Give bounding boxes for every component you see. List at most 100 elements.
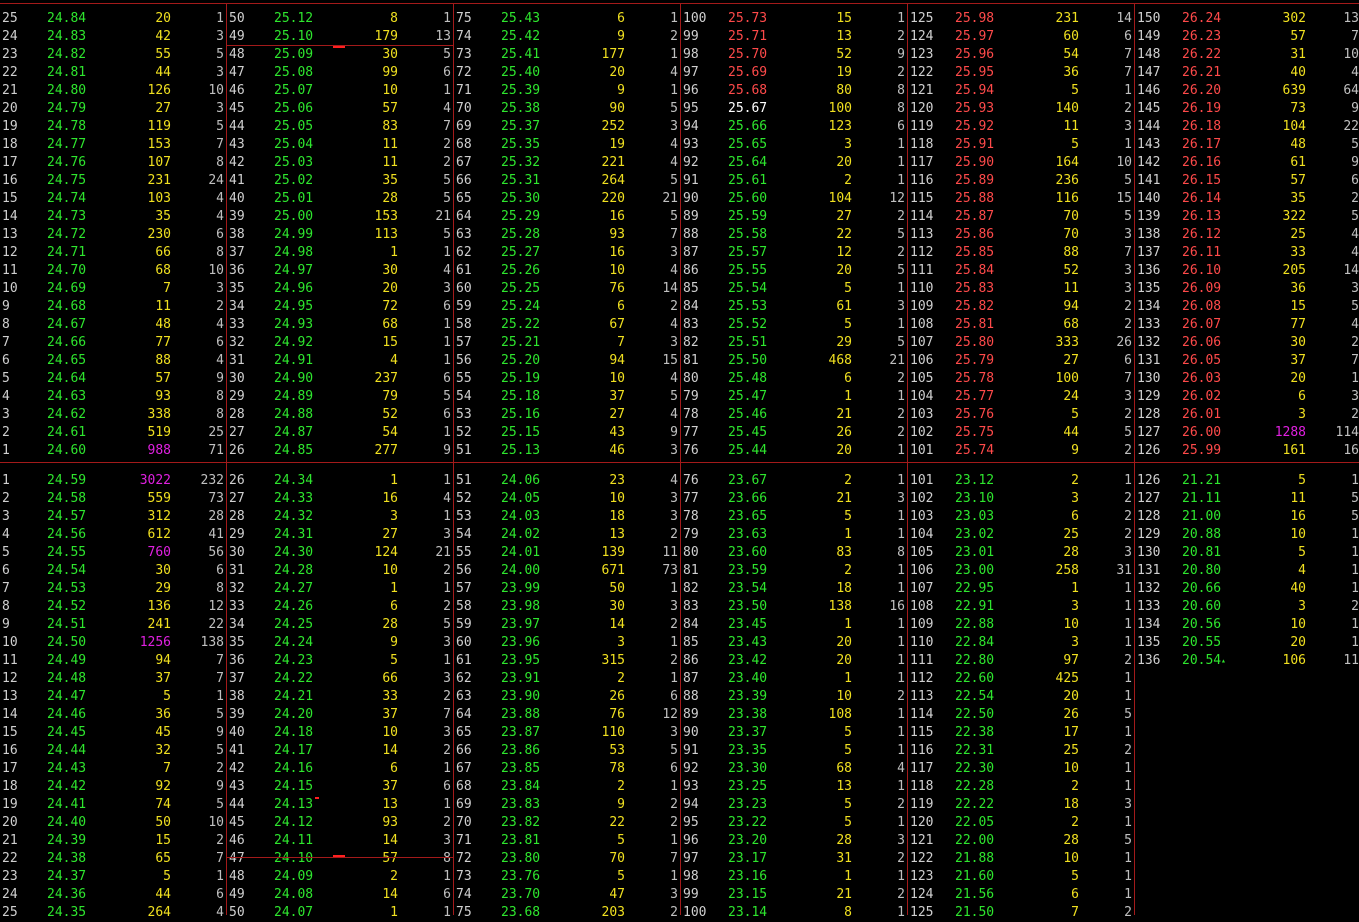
bid-level-row[interactable]: 110 22.84 3 1 xyxy=(908,634,1134,652)
ask-level-row[interactable]: 112 25.85 88 7 xyxy=(908,244,1134,262)
ask-level-row[interactable]: 127 26.00 1288 114 xyxy=(1135,424,1359,442)
ask-level-row[interactable]: 149 26.23 57 7 xyxy=(1135,28,1359,46)
bid-level-row[interactable]: 115 22.38 17 1 xyxy=(908,724,1134,742)
bid-level-row[interactable]: 49 24.08 14 6 xyxy=(227,886,453,904)
bid-level-row[interactable]: 22 24.38 65 7 xyxy=(0,850,226,868)
bid-level-row[interactable]: 97 23.17 31 2 xyxy=(681,850,907,868)
ask-level-row[interactable]: 142 26.16 61 9 xyxy=(1135,154,1359,172)
bid-level-row[interactable]: 40 24.18 10 3 xyxy=(227,724,453,742)
bid-level-row[interactable]: 81 23.59 2 1 xyxy=(681,562,907,580)
ask-level-row[interactable]: 117 25.90 164 10 xyxy=(908,154,1134,172)
bid-level-row[interactable]: 111 22.80 97 2 xyxy=(908,652,1134,670)
ask-level-row[interactable]: 78 25.46 21 2 xyxy=(681,406,907,424)
bid-level-row[interactable]: 118 22.28 2 1 xyxy=(908,778,1134,796)
bid-level-row[interactable]: 89 23.38 108 1 xyxy=(681,706,907,724)
ask-level-row[interactable]: 113 25.86 70 3 xyxy=(908,226,1134,244)
ask-level-row[interactable]: 85 25.54 5 1 xyxy=(681,280,907,298)
ask-level-row[interactable]: 101 25.74 9 2 xyxy=(908,442,1134,460)
ask-level-row[interactable]: 109 25.82 94 2 xyxy=(908,298,1134,316)
bid-level-row[interactable]: 104 23.02 25 2 xyxy=(908,526,1134,544)
bid-level-row[interactable]: 101 23.12 2 1 xyxy=(908,472,1134,490)
bid-level-row[interactable]: 132 20.66 40 1 xyxy=(1135,580,1359,598)
ask-level-row[interactable]: 138 26.12 25 4 xyxy=(1135,226,1359,244)
ask-level-row[interactable]: 118 25.91 5 1 xyxy=(908,136,1134,154)
ask-level-row[interactable]: 43 25.04 11 2 xyxy=(227,136,453,154)
bid-level-row[interactable]: 77 23.66 21 3 xyxy=(681,490,907,508)
ask-level-row[interactable]: 94 25.66 123 6 xyxy=(681,118,907,136)
ask-level-row[interactable]: 71 25.39 9 1 xyxy=(454,82,680,100)
bid-level-row[interactable]: 73 23.76 5 1 xyxy=(454,868,680,886)
ask-level-row[interactable]: 82 25.51 29 5 xyxy=(681,334,907,352)
bid-level-row[interactable]: 29 24.31 27 3 xyxy=(227,526,453,544)
bid-level-row[interactable]: 12 24.48 37 7 xyxy=(0,670,226,688)
ask-level-row[interactable]: 100 25.73 15 1 xyxy=(681,10,907,28)
bid-level-row[interactable]: 37 24.22 66 3 xyxy=(227,670,453,688)
bid-level-row[interactable]: 58 23.98 30 3 xyxy=(454,598,680,616)
bid-level-row[interactable]: 121 22.00 28 5 xyxy=(908,832,1134,850)
ask-level-row[interactable]: 6 24.65 88 4 xyxy=(0,352,226,370)
ask-level-row[interactable]: 148 26.22 31 10 xyxy=(1135,46,1359,64)
bid-level-row[interactable]: 126 21.21 5 1 xyxy=(1135,472,1359,490)
ask-level-row[interactable]: 124 25.97 60 6 xyxy=(908,28,1134,46)
bid-level-row[interactable]: 59 23.97 14 2 xyxy=(454,616,680,634)
ask-level-row[interactable]: 97 25.69 19 2 xyxy=(681,64,907,82)
bid-level-row[interactable]: 84 23.45 1 1 xyxy=(681,616,907,634)
bid-level-row[interactable]: 109 22.88 10 1 xyxy=(908,616,1134,634)
ask-level-row[interactable]: 62 25.27 16 3 xyxy=(454,244,680,262)
bid-level-row[interactable]: 136 20.54 106 11 xyxy=(1135,652,1359,670)
bid-level-row[interactable]: 32 24.27 1 1 xyxy=(227,580,453,598)
ask-level-row[interactable]: 80 25.48 6 2 xyxy=(681,370,907,388)
ask-level-row[interactable]: 60 25.25 76 14 xyxy=(454,280,680,298)
ask-level-row[interactable]: 89 25.59 27 2 xyxy=(681,208,907,226)
bid-level-row[interactable]: 95 23.22 5 1 xyxy=(681,814,907,832)
ask-level-row[interactable]: 150 26.24 302 13 xyxy=(1135,10,1359,28)
bid-level-row[interactable]: 43 24.15 37 6 xyxy=(227,778,453,796)
ask-level-row[interactable]: 4 24.63 93 8 xyxy=(0,388,226,406)
ask-level-row[interactable]: 135 26.09 36 3 xyxy=(1135,280,1359,298)
ask-level-row[interactable]: 110 25.83 11 3 xyxy=(908,280,1134,298)
bid-level-row[interactable]: 135 20.55 20 1 xyxy=(1135,634,1359,652)
ask-level-row[interactable]: 69 25.37 252 3 xyxy=(454,118,680,136)
ask-level-row[interactable]: 45 25.06 57 4 xyxy=(227,100,453,118)
ask-level-row[interactable]: 66 25.31 264 5 xyxy=(454,172,680,190)
ask-level-row[interactable]: 61 25.26 10 4 xyxy=(454,262,680,280)
bid-level-row[interactable]: 4 24.56 612 41 xyxy=(0,526,226,544)
ask-level-row[interactable]: 57 25.21 7 3 xyxy=(454,334,680,352)
ask-level-row[interactable]: 74 25.42 9 2 xyxy=(454,28,680,46)
ask-level-row[interactable]: 123 25.96 54 7 xyxy=(908,46,1134,64)
bid-level-row[interactable]: 68 23.84 2 1 xyxy=(454,778,680,796)
ask-level-row[interactable]: 125 25.98 231 14 xyxy=(908,10,1134,28)
ask-level-row[interactable]: 95 25.67 100 8 xyxy=(681,100,907,118)
bid-level-row[interactable]: 15 24.45 45 9 xyxy=(0,724,226,742)
bid-level-row[interactable]: 91 23.35 5 1 xyxy=(681,742,907,760)
ask-level-row[interactable]: 10 24.69 7 3 xyxy=(0,280,226,298)
bid-level-row[interactable]: 90 23.37 5 1 xyxy=(681,724,907,742)
bid-level-row[interactable]: 86 23.42 20 1 xyxy=(681,652,907,670)
bid-level-row[interactable]: 28 24.32 3 1 xyxy=(227,508,453,526)
ask-level-row[interactable]: 99 25.71 13 2 xyxy=(681,28,907,46)
ask-level-row[interactable]: 136 26.10 205 14 xyxy=(1135,262,1359,280)
bid-level-row[interactable]: 133 20.60 3 2 xyxy=(1135,598,1359,616)
bid-level-row[interactable]: 19 24.41 74 5 xyxy=(0,796,226,814)
bid-level-row[interactable]: 61 23.95 315 2 xyxy=(454,652,680,670)
ask-level-row[interactable]: 46 25.07 10 1 xyxy=(227,82,453,100)
ask-level-row[interactable]: 115 25.88 116 15 xyxy=(908,190,1134,208)
ask-level-row[interactable]: 37 24.98 1 1 xyxy=(227,244,453,262)
ask-level-row[interactable]: 129 26.02 6 3 xyxy=(1135,388,1359,406)
bid-level-row[interactable]: 93 23.25 13 1 xyxy=(681,778,907,796)
ask-level-row[interactable]: 59 25.24 6 2 xyxy=(454,298,680,316)
bid-level-row[interactable]: 23 24.37 5 1 xyxy=(0,868,226,886)
bid-level-row[interactable]: 7 24.53 29 8 xyxy=(0,580,226,598)
bid-level-row[interactable]: 9 24.51 241 22 xyxy=(0,616,226,634)
ask-level-row[interactable]: 146 26.20 639 64 xyxy=(1135,82,1359,100)
ask-level-row[interactable]: 131 26.05 37 7 xyxy=(1135,352,1359,370)
ask-level-row[interactable]: 137 26.11 33 4 xyxy=(1135,244,1359,262)
ask-level-row[interactable]: 54 25.18 37 5 xyxy=(454,388,680,406)
bid-level-row[interactable]: 108 22.91 3 1 xyxy=(908,598,1134,616)
bid-level-row[interactable]: 41 24.17 14 2 xyxy=(227,742,453,760)
ask-level-row[interactable]: 116 25.89 236 5 xyxy=(908,172,1134,190)
bid-level-row[interactable]: 87 23.40 1 1 xyxy=(681,670,907,688)
ask-level-row[interactable]: 108 25.81 68 2 xyxy=(908,316,1134,334)
ask-level-row[interactable]: 88 25.58 22 5 xyxy=(681,226,907,244)
ask-level-row[interactable]: 119 25.92 11 3 xyxy=(908,118,1134,136)
